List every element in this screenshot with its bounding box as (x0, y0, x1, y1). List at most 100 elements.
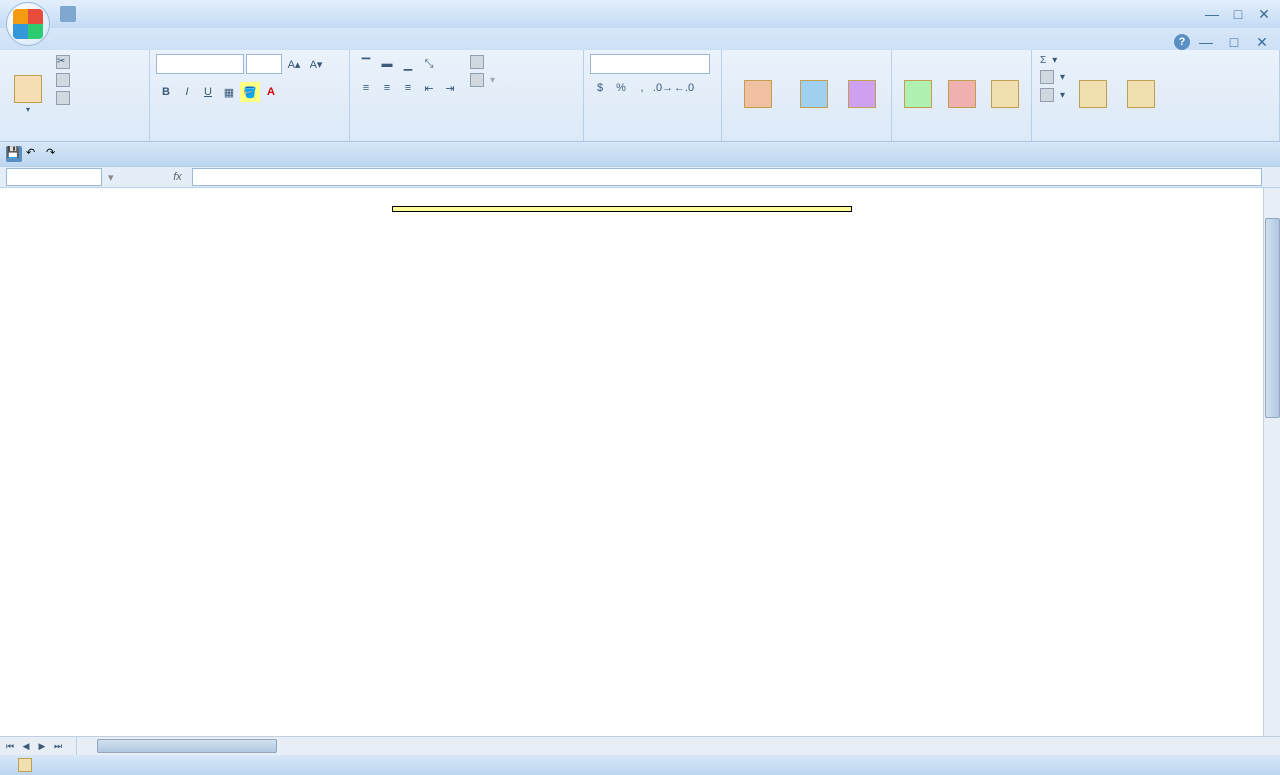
find-icon (1127, 80, 1155, 108)
close-button[interactable]: ✕ (1252, 6, 1276, 22)
doc-restore-button[interactable]: □ (1222, 34, 1246, 50)
format-painter-button[interactable] (54, 90, 75, 106)
number-group-title (590, 135, 715, 137)
italic-button[interactable]: I (177, 82, 197, 102)
format-cells-button[interactable] (985, 54, 1025, 135)
percent-format-button[interactable]: % (611, 78, 631, 98)
conditional-formatting-button[interactable] (728, 54, 788, 135)
increase-indent-button[interactable]: ⇥ (440, 78, 460, 98)
clear-button[interactable]: ▾ (1038, 87, 1067, 103)
tab-scroll-bar: ⏮ ◀ ▶ ⏭ (0, 736, 1280, 755)
h-scroll-thumb[interactable] (97, 739, 277, 753)
orientation-button[interactable]: ⤡ (419, 54, 439, 74)
insert-cells-button[interactable] (898, 54, 938, 135)
vertical-scrollbar[interactable] (1263, 188, 1280, 736)
cell-styles-button[interactable] (840, 54, 884, 135)
cond-fmt-icon (744, 80, 772, 108)
align-right-button[interactable]: ≡ (398, 78, 418, 98)
font-group-title (156, 135, 343, 137)
delete-cells-button[interactable] (942, 54, 982, 135)
fill-icon (1040, 70, 1054, 84)
brush-icon (56, 91, 70, 105)
fill-color-button[interactable]: 🪣 (240, 82, 260, 102)
ribbon-minimize-button[interactable]: — (1194, 34, 1218, 50)
wrap-text-button[interactable] (468, 54, 497, 70)
autosum-button[interactable]: Σ ▾ (1038, 54, 1067, 67)
grow-font-button[interactable]: A▴ (284, 54, 304, 74)
font-color-button[interactable]: A (261, 82, 281, 102)
tab-prev-button[interactable]: ◀ (18, 738, 34, 754)
tab-next-button[interactable]: ▶ (34, 738, 50, 754)
number-format-combo[interactable] (590, 54, 710, 74)
align-top-button[interactable]: ▔ (356, 54, 376, 74)
styles-icon (848, 80, 876, 108)
clear-icon (1040, 88, 1054, 102)
accounting-format-button[interactable]: $ (590, 78, 610, 98)
horizontal-scrollbar[interactable] (76, 737, 1280, 755)
quick-access-toolbar (60, 6, 76, 22)
bold-button[interactable]: B (156, 82, 176, 102)
v-scroll-thumb[interactable] (1265, 218, 1280, 418)
table-icon (800, 80, 828, 108)
find-select-button[interactable] (1119, 54, 1163, 135)
redo-icon[interactable]: ↷ (46, 146, 62, 162)
alignment-group-title (356, 135, 577, 137)
fill-button[interactable]: ▾ (1038, 69, 1067, 85)
doc-close-button[interactable]: ✕ (1250, 34, 1274, 50)
fx-button[interactable]: fx (168, 171, 188, 183)
tab-last-button[interactable]: ⏭ (50, 738, 66, 754)
cut-button[interactable]: ✂ (54, 54, 75, 70)
maximize-button[interactable]: □ (1226, 6, 1250, 22)
save-icon[interactable]: 💾 (6, 146, 22, 162)
merge-icon (470, 73, 484, 87)
styles-group-title (728, 135, 885, 137)
align-center-button[interactable]: ≡ (377, 78, 397, 98)
decrease-indent-button[interactable]: ⇤ (419, 78, 439, 98)
border-button[interactable]: ▦ (219, 82, 239, 102)
macro-record-icon[interactable] (18, 758, 32, 772)
format-as-table-button[interactable] (792, 54, 836, 135)
increase-decimal-button[interactable]: .0→ (653, 78, 673, 98)
paste-button[interactable]: ▾ (6, 54, 50, 135)
office-logo-icon (13, 9, 43, 39)
shrink-font-button[interactable]: A▾ (306, 54, 326, 74)
copy-button[interactable] (54, 72, 75, 88)
clipboard-group-title (6, 135, 143, 137)
sheet-tab-strip: ⏮ ◀ ▶ ⏭ (0, 737, 66, 755)
decrease-decimal-button[interactable]: ←.0 (674, 78, 694, 98)
delete-icon (948, 80, 976, 108)
format-icon (991, 80, 1019, 108)
font-size-combo[interactable] (246, 54, 282, 74)
sigma-icon: Σ (1040, 55, 1046, 66)
merge-center-button[interactable]: ▾ (468, 72, 497, 88)
ribbon-tabs (0, 28, 1280, 50)
insert-icon (904, 80, 932, 108)
ribbon: ▾ ✂ A▴ A▾ B I U ▦ 🪣 A (0, 50, 1280, 142)
tab-first-button[interactable]: ⏮ (2, 738, 18, 754)
formula-input[interactable] (192, 168, 1262, 186)
underline-button[interactable]: U (198, 82, 218, 102)
sort-icon (1079, 80, 1107, 108)
minimize-button[interactable]: — (1200, 6, 1224, 22)
align-middle-button[interactable]: ▬ (377, 54, 397, 74)
qat-save-icon[interactable] (60, 6, 76, 22)
office-button[interactable] (6, 2, 50, 46)
sheet-area[interactable] (0, 188, 1280, 736)
quick-access-toolbar-2: 💾 ↶ ↷ (0, 142, 1280, 166)
font-name-combo[interactable] (156, 54, 244, 74)
align-bottom-button[interactable]: ▁ (398, 54, 418, 74)
comment-tooltip (392, 206, 852, 212)
comma-format-button[interactable]: , (632, 78, 652, 98)
copy-icon (56, 73, 70, 87)
cells-group-title (898, 135, 1025, 137)
cut-icon: ✂ (56, 55, 70, 69)
undo-icon[interactable]: ↶ (26, 146, 42, 162)
wrap-icon (470, 55, 484, 69)
status-bar (0, 755, 1280, 775)
help-icon[interactable]: ? (1174, 34, 1190, 50)
sort-filter-button[interactable] (1071, 54, 1115, 135)
name-box[interactable] (6, 168, 102, 186)
align-left-button[interactable]: ≡ (356, 78, 376, 98)
paste-icon (14, 75, 42, 103)
formula-bar: ▾ fx (0, 166, 1280, 188)
